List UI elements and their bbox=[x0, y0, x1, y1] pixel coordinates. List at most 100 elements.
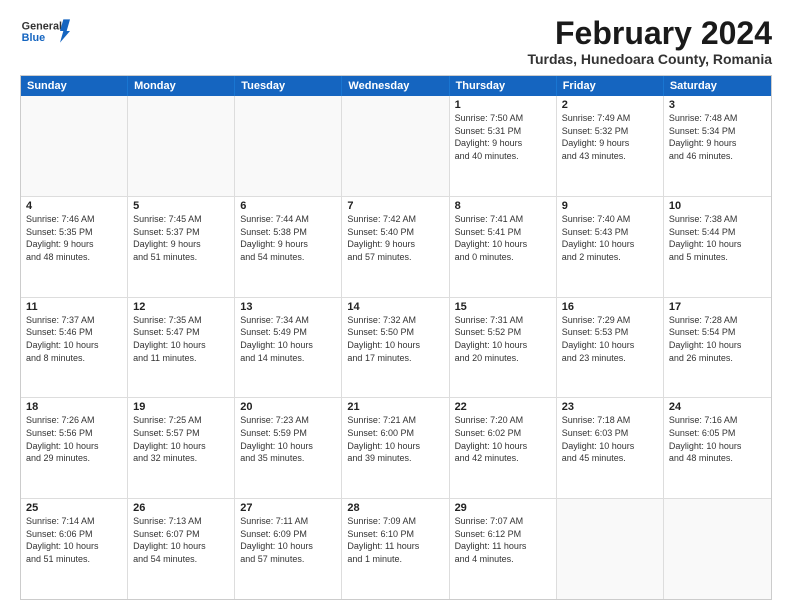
calendar-cell: 16Sunrise: 7:29 AM Sunset: 5:53 PM Dayli… bbox=[557, 298, 664, 398]
day-number: 4 bbox=[26, 200, 122, 212]
day-number: 15 bbox=[455, 301, 551, 313]
day-number: 3 bbox=[669, 99, 766, 111]
calendar-cell: 20Sunrise: 7:23 AM Sunset: 5:59 PM Dayli… bbox=[235, 398, 342, 498]
calendar-cell: 19Sunrise: 7:25 AM Sunset: 5:57 PM Dayli… bbox=[128, 398, 235, 498]
calendar-cell: 5Sunrise: 7:45 AM Sunset: 5:37 PM Daylig… bbox=[128, 197, 235, 297]
day-number: 25 bbox=[26, 502, 122, 514]
calendar-cell: 27Sunrise: 7:11 AM Sunset: 6:09 PM Dayli… bbox=[235, 499, 342, 599]
calendar-body: 1Sunrise: 7:50 AM Sunset: 5:31 PM Daylig… bbox=[21, 96, 771, 599]
calendar-cell: 1Sunrise: 7:50 AM Sunset: 5:31 PM Daylig… bbox=[450, 96, 557, 196]
day-info: Sunrise: 7:44 AM Sunset: 5:38 PM Dayligh… bbox=[240, 213, 336, 263]
calendar-cell: 9Sunrise: 7:40 AM Sunset: 5:43 PM Daylig… bbox=[557, 197, 664, 297]
calendar-cell: 26Sunrise: 7:13 AM Sunset: 6:07 PM Dayli… bbox=[128, 499, 235, 599]
calendar-cell bbox=[557, 499, 664, 599]
day-info: Sunrise: 7:45 AM Sunset: 5:37 PM Dayligh… bbox=[133, 213, 229, 263]
day-info: Sunrise: 7:46 AM Sunset: 5:35 PM Dayligh… bbox=[26, 213, 122, 263]
day-info: Sunrise: 7:09 AM Sunset: 6:10 PM Dayligh… bbox=[347, 515, 443, 565]
day-number: 14 bbox=[347, 301, 443, 313]
calendar-day-header: Tuesday bbox=[235, 76, 342, 96]
day-number: 21 bbox=[347, 401, 443, 413]
day-info: Sunrise: 7:14 AM Sunset: 6:06 PM Dayligh… bbox=[26, 515, 122, 565]
day-number: 13 bbox=[240, 301, 336, 313]
day-number: 19 bbox=[133, 401, 229, 413]
calendar-cell: 29Sunrise: 7:07 AM Sunset: 6:12 PM Dayli… bbox=[450, 499, 557, 599]
day-info: Sunrise: 7:29 AM Sunset: 5:53 PM Dayligh… bbox=[562, 314, 658, 364]
title-block: February 2024 Turdas, Hunedoara County, … bbox=[527, 16, 772, 67]
calendar-cell: 23Sunrise: 7:18 AM Sunset: 6:03 PM Dayli… bbox=[557, 398, 664, 498]
calendar-day-header: Sunday bbox=[21, 76, 128, 96]
calendar-day-header: Wednesday bbox=[342, 76, 449, 96]
calendar-cell: 21Sunrise: 7:21 AM Sunset: 6:00 PM Dayli… bbox=[342, 398, 449, 498]
calendar-cell bbox=[664, 499, 771, 599]
calendar-cell: 12Sunrise: 7:35 AM Sunset: 5:47 PM Dayli… bbox=[128, 298, 235, 398]
day-info: Sunrise: 7:23 AM Sunset: 5:59 PM Dayligh… bbox=[240, 414, 336, 464]
calendar-cell: 10Sunrise: 7:38 AM Sunset: 5:44 PM Dayli… bbox=[664, 197, 771, 297]
calendar-row: 11Sunrise: 7:37 AM Sunset: 5:46 PM Dayli… bbox=[21, 297, 771, 398]
day-number: 26 bbox=[133, 502, 229, 514]
calendar-cell bbox=[128, 96, 235, 196]
subtitle: Turdas, Hunedoara County, Romania bbox=[527, 51, 772, 67]
svg-text:General: General bbox=[22, 20, 62, 32]
calendar-cell: 15Sunrise: 7:31 AM Sunset: 5:52 PM Dayli… bbox=[450, 298, 557, 398]
calendar-cell: 4Sunrise: 7:46 AM Sunset: 5:35 PM Daylig… bbox=[21, 197, 128, 297]
day-info: Sunrise: 7:13 AM Sunset: 6:07 PM Dayligh… bbox=[133, 515, 229, 565]
calendar-cell: 3Sunrise: 7:48 AM Sunset: 5:34 PM Daylig… bbox=[664, 96, 771, 196]
main-title: February 2024 bbox=[527, 16, 772, 51]
calendar-cell bbox=[21, 96, 128, 196]
calendar-row: 4Sunrise: 7:46 AM Sunset: 5:35 PM Daylig… bbox=[21, 196, 771, 297]
calendar-cell: 11Sunrise: 7:37 AM Sunset: 5:46 PM Dayli… bbox=[21, 298, 128, 398]
calendar-day-header: Friday bbox=[557, 76, 664, 96]
day-number: 16 bbox=[562, 301, 658, 313]
header: General Blue February 2024 Turdas, Huned… bbox=[20, 16, 772, 67]
day-info: Sunrise: 7:42 AM Sunset: 5:40 PM Dayligh… bbox=[347, 213, 443, 263]
calendar-cell: 17Sunrise: 7:28 AM Sunset: 5:54 PM Dayli… bbox=[664, 298, 771, 398]
calendar-cell: 13Sunrise: 7:34 AM Sunset: 5:49 PM Dayli… bbox=[235, 298, 342, 398]
day-number: 18 bbox=[26, 401, 122, 413]
calendar-cell: 22Sunrise: 7:20 AM Sunset: 6:02 PM Dayli… bbox=[450, 398, 557, 498]
calendar: SundayMondayTuesdayWednesdayThursdayFrid… bbox=[20, 75, 772, 600]
day-info: Sunrise: 7:07 AM Sunset: 6:12 PM Dayligh… bbox=[455, 515, 551, 565]
day-info: Sunrise: 7:48 AM Sunset: 5:34 PM Dayligh… bbox=[669, 112, 766, 162]
day-number: 1 bbox=[455, 99, 551, 111]
day-info: Sunrise: 7:32 AM Sunset: 5:50 PM Dayligh… bbox=[347, 314, 443, 364]
calendar-row: 25Sunrise: 7:14 AM Sunset: 6:06 PM Dayli… bbox=[21, 498, 771, 599]
day-number: 9 bbox=[562, 200, 658, 212]
day-number: 28 bbox=[347, 502, 443, 514]
day-info: Sunrise: 7:20 AM Sunset: 6:02 PM Dayligh… bbox=[455, 414, 551, 464]
logo: General Blue bbox=[20, 16, 70, 46]
day-info: Sunrise: 7:18 AM Sunset: 6:03 PM Dayligh… bbox=[562, 414, 658, 464]
day-number: 7 bbox=[347, 200, 443, 212]
day-number: 2 bbox=[562, 99, 658, 111]
day-info: Sunrise: 7:34 AM Sunset: 5:49 PM Dayligh… bbox=[240, 314, 336, 364]
day-info: Sunrise: 7:40 AM Sunset: 5:43 PM Dayligh… bbox=[562, 213, 658, 263]
calendar-cell: 28Sunrise: 7:09 AM Sunset: 6:10 PM Dayli… bbox=[342, 499, 449, 599]
calendar-cell: 14Sunrise: 7:32 AM Sunset: 5:50 PM Dayli… bbox=[342, 298, 449, 398]
day-number: 6 bbox=[240, 200, 336, 212]
day-number: 22 bbox=[455, 401, 551, 413]
calendar-cell bbox=[342, 96, 449, 196]
day-info: Sunrise: 7:41 AM Sunset: 5:41 PM Dayligh… bbox=[455, 213, 551, 263]
day-info: Sunrise: 7:38 AM Sunset: 5:44 PM Dayligh… bbox=[669, 213, 766, 263]
calendar-row: 18Sunrise: 7:26 AM Sunset: 5:56 PM Dayli… bbox=[21, 397, 771, 498]
day-info: Sunrise: 7:50 AM Sunset: 5:31 PM Dayligh… bbox=[455, 112, 551, 162]
calendar-day-header: Monday bbox=[128, 76, 235, 96]
day-number: 12 bbox=[133, 301, 229, 313]
day-number: 27 bbox=[240, 502, 336, 514]
day-number: 20 bbox=[240, 401, 336, 413]
calendar-cell: 24Sunrise: 7:16 AM Sunset: 6:05 PM Dayli… bbox=[664, 398, 771, 498]
day-info: Sunrise: 7:25 AM Sunset: 5:57 PM Dayligh… bbox=[133, 414, 229, 464]
calendar-cell: 7Sunrise: 7:42 AM Sunset: 5:40 PM Daylig… bbox=[342, 197, 449, 297]
calendar-cell: 8Sunrise: 7:41 AM Sunset: 5:41 PM Daylig… bbox=[450, 197, 557, 297]
day-number: 8 bbox=[455, 200, 551, 212]
calendar-cell: 6Sunrise: 7:44 AM Sunset: 5:38 PM Daylig… bbox=[235, 197, 342, 297]
day-info: Sunrise: 7:21 AM Sunset: 6:00 PM Dayligh… bbox=[347, 414, 443, 464]
calendar-row: 1Sunrise: 7:50 AM Sunset: 5:31 PM Daylig… bbox=[21, 96, 771, 196]
calendar-cell bbox=[235, 96, 342, 196]
day-number: 10 bbox=[669, 200, 766, 212]
day-info: Sunrise: 7:31 AM Sunset: 5:52 PM Dayligh… bbox=[455, 314, 551, 364]
day-info: Sunrise: 7:49 AM Sunset: 5:32 PM Dayligh… bbox=[562, 112, 658, 162]
page: General Blue February 2024 Turdas, Huned… bbox=[0, 0, 792, 612]
day-info: Sunrise: 7:16 AM Sunset: 6:05 PM Dayligh… bbox=[669, 414, 766, 464]
calendar-header: SundayMondayTuesdayWednesdayThursdayFrid… bbox=[21, 76, 771, 96]
day-info: Sunrise: 7:26 AM Sunset: 5:56 PM Dayligh… bbox=[26, 414, 122, 464]
